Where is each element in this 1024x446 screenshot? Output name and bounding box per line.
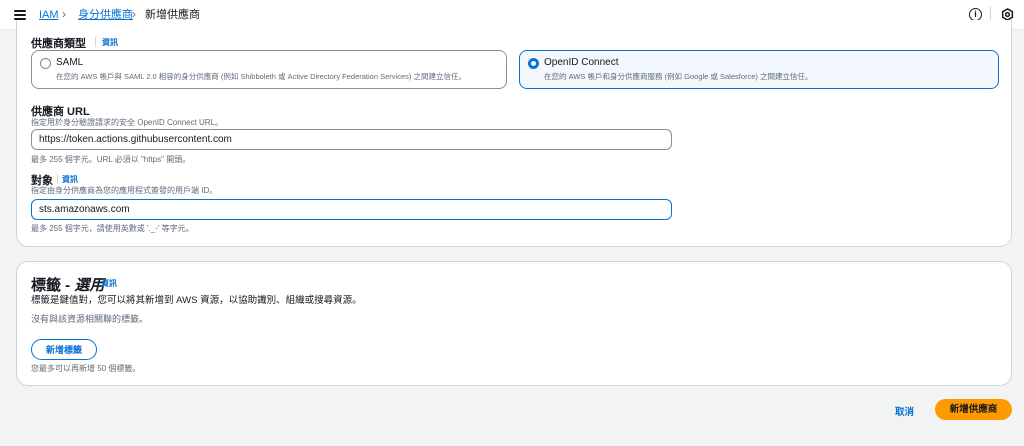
provider-url-constraint: 最多 255 個字元。URL 必須以 "https" 開頭。 bbox=[31, 155, 191, 164]
breadcrumb-separator-icon: › bbox=[132, 7, 136, 21]
provider-type-info-link[interactable]: 資訊 bbox=[102, 37, 118, 48]
hamburger-menu-icon[interactable] bbox=[14, 10, 26, 20]
provider-option-saml[interactable]: SAML 在您的 AWS 帳戶與 SAML 2.0 相容的身分供應商 (例如 S… bbox=[31, 50, 507, 89]
provider-option-openid-connect[interactable]: OpenID Connect 在您的 AWS 帳戶和身分供應商服務 (例如 Go… bbox=[519, 50, 999, 89]
tags-limit-text: 您最多可以再新增 50 個標籤。 bbox=[31, 364, 141, 373]
label-divider bbox=[95, 37, 96, 47]
tags-panel: 標籤 - 選用 資訊 標籤是鍵值對，您可以將其新增到 AWS 資源，以協助識別、… bbox=[16, 261, 1012, 386]
tags-empty-text: 沒有與該資源相關聯的標籤。 bbox=[31, 314, 149, 324]
cancel-button[interactable]: 取消 bbox=[895, 404, 914, 418]
saml-radio[interactable] bbox=[40, 58, 51, 69]
audience-constraint: 最多 255 個字元，請使用英數或 '._-' 等字元。 bbox=[31, 224, 194, 233]
provider-details-panel: 供應商類型 資訊 SAML 在您的 AWS 帳戶與 SAML 2.0 相容的身分… bbox=[16, 20, 1012, 247]
label-divider bbox=[57, 174, 58, 184]
add-provider-button[interactable]: 新增供應商 bbox=[935, 399, 1012, 420]
provider-type-label: 供應商類型 bbox=[31, 38, 86, 50]
saml-description: 在您的 AWS 帳戶與 SAML 2.0 相容的身分供應商 (例如 Shibbo… bbox=[56, 72, 466, 81]
breadcrumb-separator-icon: › bbox=[62, 7, 66, 21]
tags-info-link[interactable]: 資訊 bbox=[101, 278, 117, 289]
openid-connect-title: OpenID Connect bbox=[544, 57, 619, 68]
provider-url-input[interactable]: https://token.actions.githubusercontent.… bbox=[31, 129, 672, 150]
saml-title: SAML bbox=[56, 57, 84, 68]
openid-connect-description: 在您的 AWS 帳戶和身分供應商服務 (例如 Google 或 Salesfor… bbox=[544, 72, 813, 81]
add-tag-button[interactable]: 新增標籤 bbox=[31, 339, 97, 360]
audience-info-link[interactable]: 資訊 bbox=[62, 174, 78, 185]
audience-description: 指定由身分供應商為您的應用程式簽發的用戶端 ID。 bbox=[31, 186, 218, 195]
provider-url-description: 指定用於身分驗證請求的安全 OpenID Connect URL。 bbox=[31, 118, 224, 127]
tags-description: 標籤是鍵值對，您可以將其新增到 AWS 資源，以協助識別、組織或搜尋資源。 bbox=[31, 295, 362, 306]
openid-connect-radio[interactable] bbox=[528, 58, 539, 69]
audience-input[interactable]: sts.amazonaws.com bbox=[31, 199, 672, 220]
